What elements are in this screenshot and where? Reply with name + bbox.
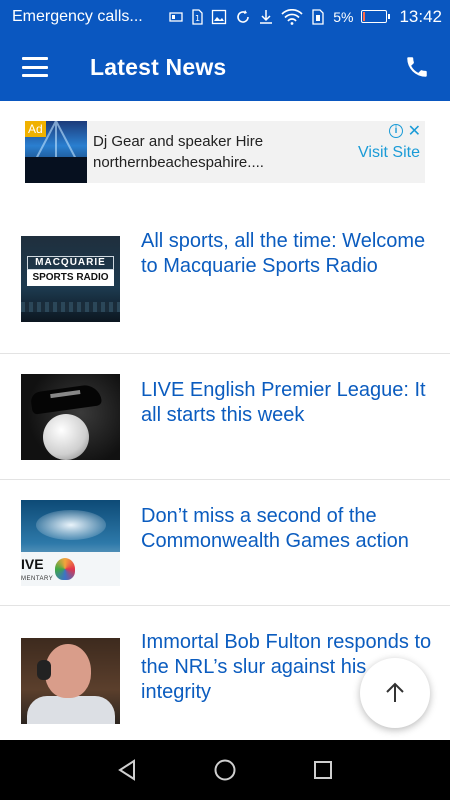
scroll-to-top-button[interactable] <box>360 658 430 728</box>
news-title[interactable]: All sports, all the time: Welcome to Mac… <box>141 229 450 279</box>
ad-actions: i ✕ Visit Site <box>345 121 425 183</box>
ad-visit-site-button[interactable]: Visit Site <box>358 144 420 162</box>
news-thumbnail <box>21 374 120 460</box>
divider <box>0 479 450 480</box>
status-notification-text: Emergency calls... <box>12 7 143 25</box>
battery-icon <box>361 10 391 23</box>
menu-icon[interactable] <box>22 57 48 77</box>
home-icon[interactable] <box>212 757 238 783</box>
divider <box>0 605 450 606</box>
system-nav-bar <box>0 740 450 800</box>
sim-card-icon <box>169 10 183 24</box>
news-thumbnail <box>21 638 120 724</box>
sync-icon <box>235 9 251 25</box>
news-item[interactable]: MACQUARIE SPORTS RADIO All sports, all t… <box>0 230 450 322</box>
ad-image: Ad <box>25 121 87 183</box>
news-item[interactable]: IVE MENTARY Don’t miss a second of the C… <box>0 500 450 586</box>
news-thumbnail: IVE MENTARY <box>21 500 120 586</box>
news-item[interactable]: LIVE English Premier League: It all star… <box>0 374 450 460</box>
sim-slot-2-icon <box>311 8 325 25</box>
svg-text:1: 1 <box>195 14 200 23</box>
divider <box>0 353 450 354</box>
thumb-commentary-text: MENTARY <box>21 576 54 582</box>
news-title[interactable]: Don’t miss a second of the Commonwealth … <box>141 504 450 554</box>
download-icon <box>259 9 273 25</box>
ad-info-icon[interactable]: i <box>389 124 403 138</box>
ad-close-icon[interactable]: ✕ <box>408 121 421 141</box>
image-icon <box>211 9 227 25</box>
status-icons: 1 5% 13:42 <box>169 7 442 27</box>
thumb-brand-subtext: SPORTS RADIO <box>27 270 114 286</box>
page-title: Latest News <box>90 53 227 80</box>
games-logo <box>55 558 75 580</box>
ad-banner[interactable]: Ad Dj Gear and speaker Hire northernbeac… <box>25 121 425 183</box>
back-icon[interactable] <box>114 757 140 783</box>
ad-title: Dj Gear and speaker Hire <box>93 133 264 150</box>
wifi-icon <box>281 8 303 25</box>
sim-slot-icon: 1 <box>191 8 203 25</box>
ad-url: northernbeachespahire.... <box>93 154 264 171</box>
thumb-brand-text: MACQUARIE <box>27 256 114 270</box>
arrow-up-icon <box>386 682 404 702</box>
ad-badge: Ad <box>25 121 46 137</box>
news-title[interactable]: LIVE English Premier League: It all star… <box>141 378 450 428</box>
battery-percent: 5% <box>333 8 354 25</box>
phone-icon[interactable] <box>404 54 430 80</box>
status-time: 13:42 <box>399 6 442 26</box>
app-bar: Latest News <box>0 33 450 101</box>
thumb-live-text: IVE <box>21 556 44 572</box>
news-thumbnail: MACQUARIE SPORTS RADIO <box>21 236 120 322</box>
ad-text: Dj Gear and speaker Hire northernbeaches… <box>87 131 345 173</box>
recents-icon[interactable] <box>310 757 336 783</box>
status-bar: Emergency calls... 1 5% 13:42 <box>0 0 450 33</box>
